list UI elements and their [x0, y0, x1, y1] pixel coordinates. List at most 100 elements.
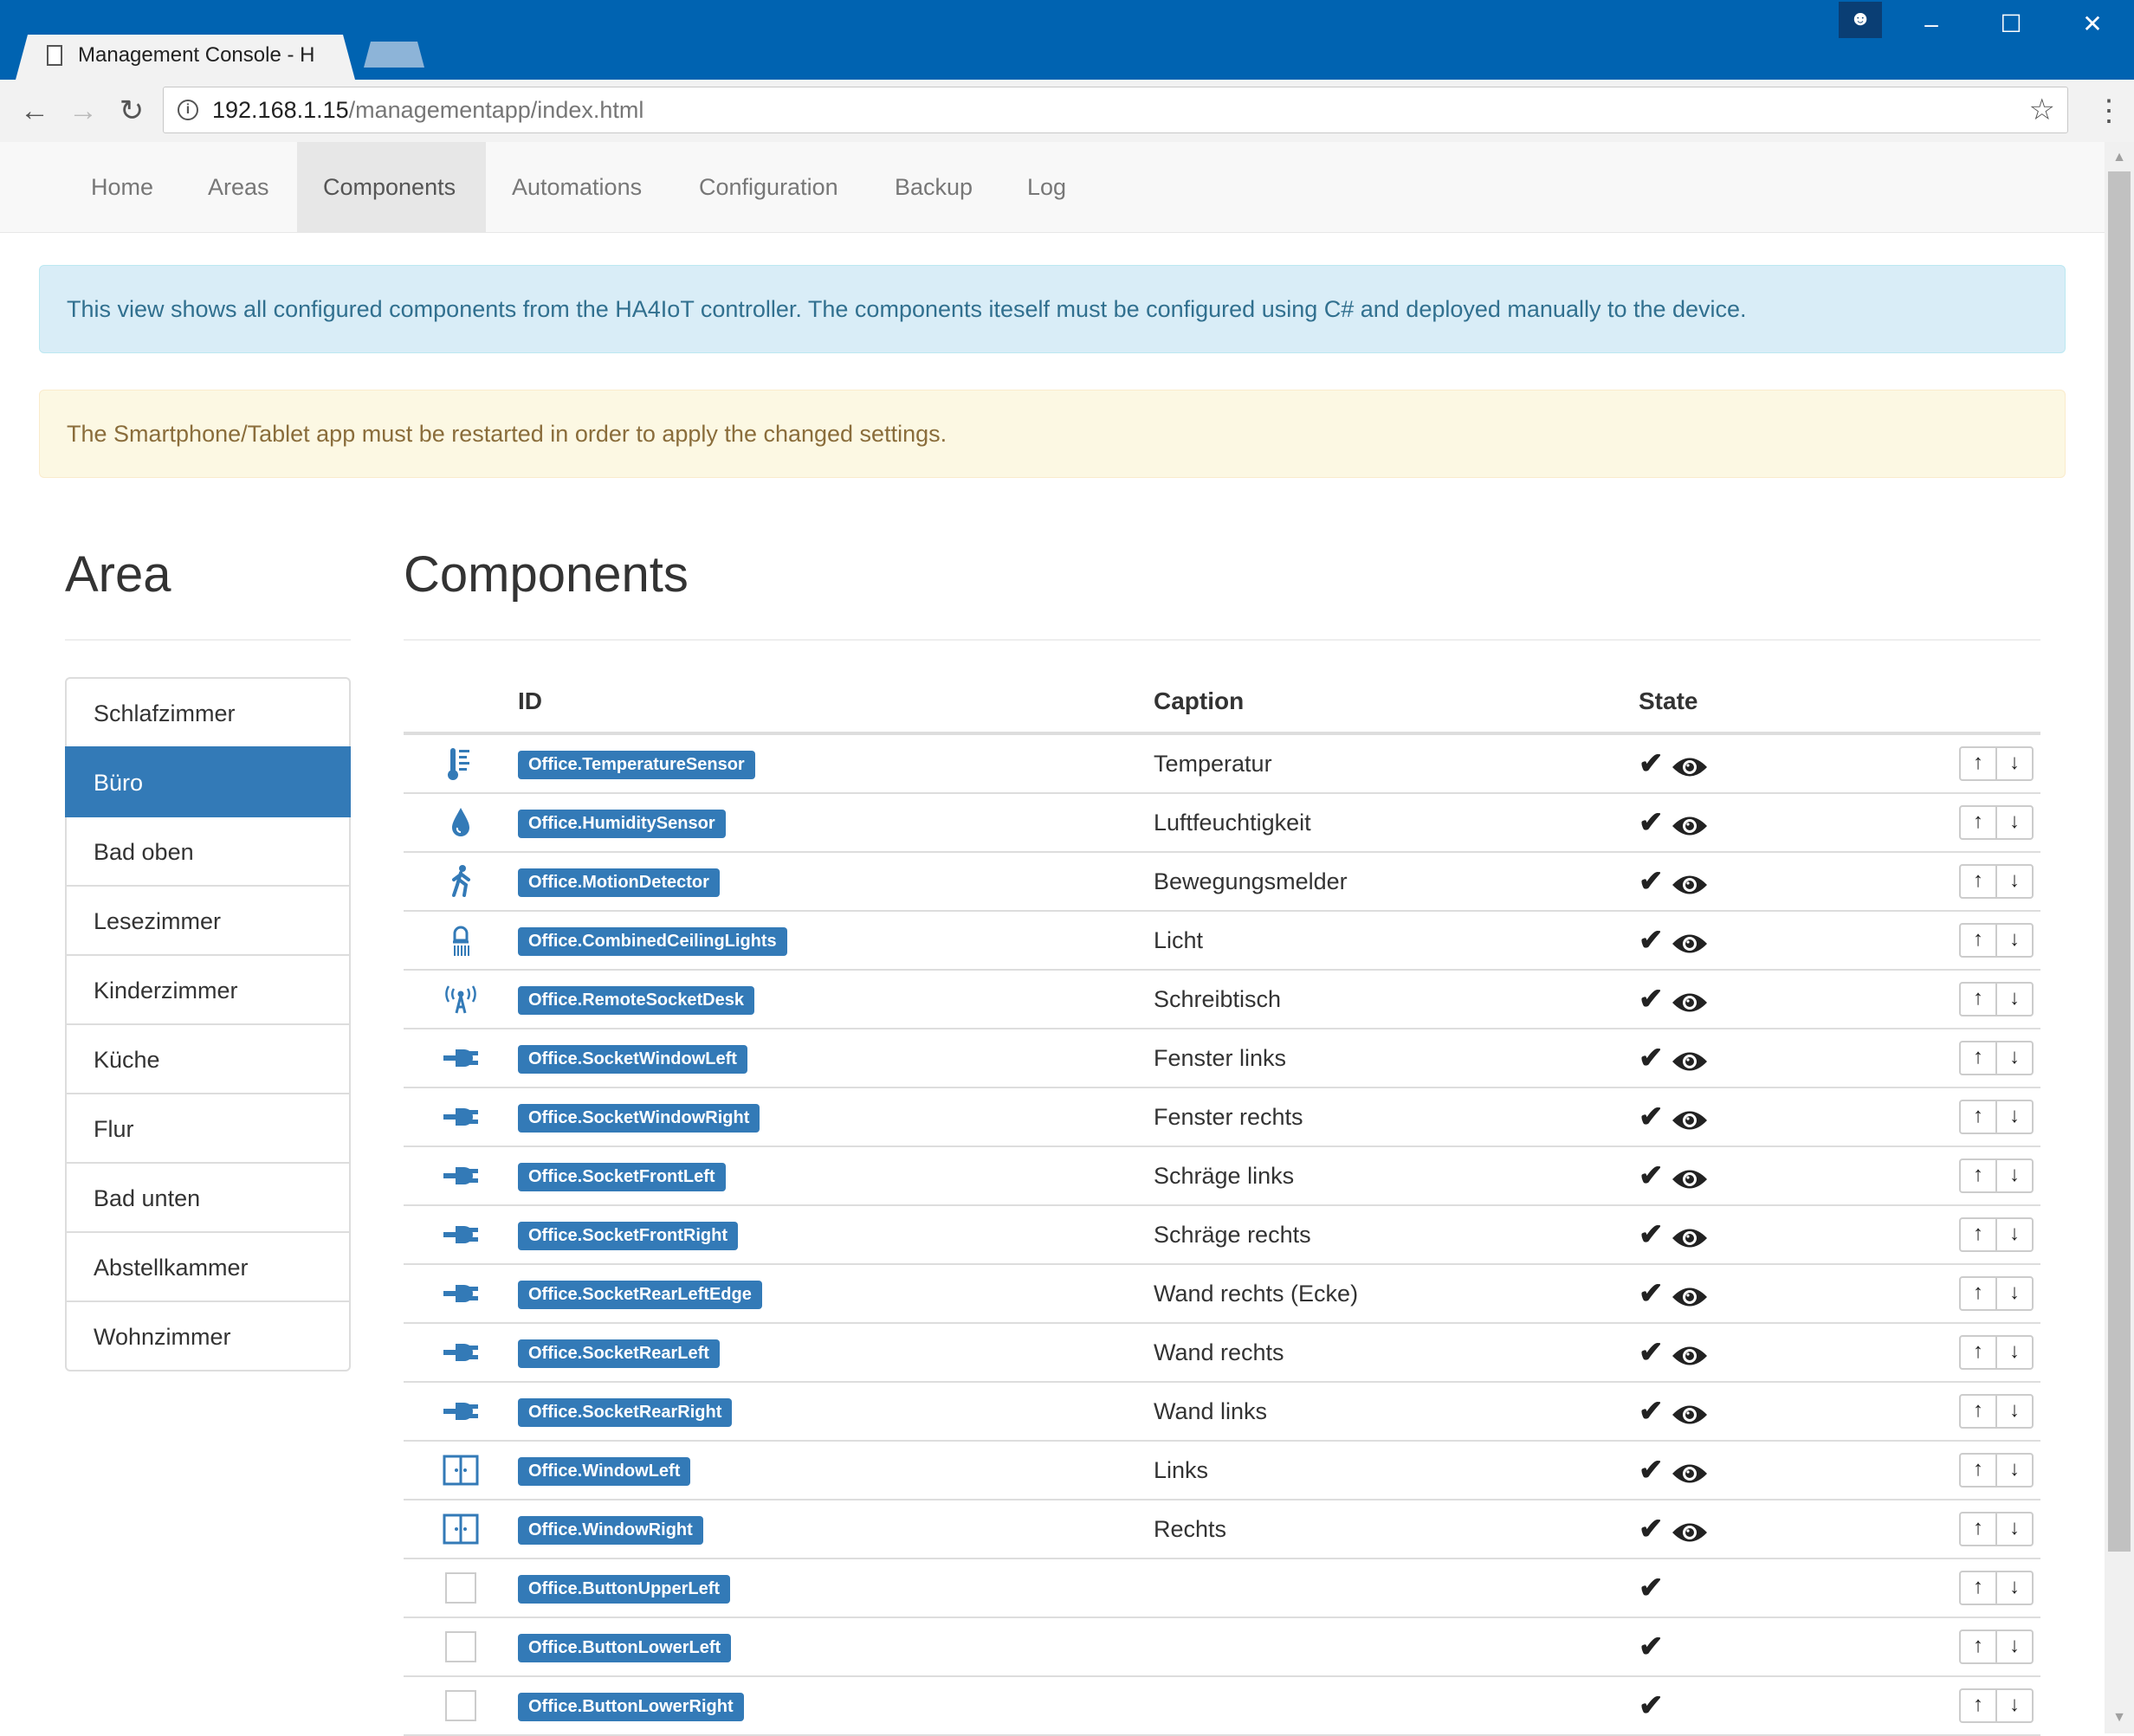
- scroll-down-arrow[interactable]: ▼: [2106, 1706, 2132, 1730]
- nav-log[interactable]: Log: [1001, 142, 1092, 232]
- new-tab-button[interactable]: [364, 42, 424, 68]
- move-down-button[interactable]: ↓: [1995, 1100, 2034, 1134]
- move-up-button[interactable]: ↑: [1959, 746, 1997, 781]
- move-down-button[interactable]: ↓: [1995, 1276, 2034, 1311]
- component-caption[interactable]: Schreibtisch: [1154, 970, 1639, 1029]
- move-up-button[interactable]: ↑: [1959, 982, 1997, 1016]
- component-caption[interactable]: Wand links: [1154, 1382, 1639, 1442]
- check-icon[interactable]: ✔: [1639, 1630, 1664, 1663]
- check-icon[interactable]: ✔: [1639, 1395, 1664, 1428]
- component-caption[interactable]: Wand rechts: [1154, 1323, 1639, 1383]
- area-item[interactable]: Kinderzimmer: [65, 954, 351, 1025]
- check-icon[interactable]: ✔: [1639, 1336, 1664, 1369]
- area-item[interactable]: Flur: [65, 1093, 351, 1164]
- move-down-button[interactable]: ↓: [1995, 1571, 2034, 1605]
- move-up-button[interactable]: ↑: [1959, 1100, 1997, 1134]
- component-caption[interactable]: [1154, 1617, 1639, 1677]
- component-id-label[interactable]: Office.SocketFrontLeft: [518, 1162, 726, 1191]
- move-up-button[interactable]: ↑: [1959, 1158, 1997, 1193]
- component-id-label[interactable]: Office.RemoteSocketDesk: [518, 985, 754, 1015]
- component-caption[interactable]: Rechts: [1154, 1500, 1639, 1559]
- component-caption[interactable]: Wand rechts (Ecke): [1154, 1264, 1639, 1324]
- move-down-button[interactable]: ↓: [1995, 805, 2034, 840]
- eye-icon[interactable]: [1671, 754, 1709, 780]
- component-caption[interactable]: Luftfeuchtigkeit: [1154, 793, 1639, 853]
- eye-icon[interactable]: [1671, 1520, 1709, 1546]
- component-id-label[interactable]: Office.SocketRearRight: [518, 1397, 733, 1427]
- component-id-label[interactable]: Office.ButtonLowerLeft: [518, 1633, 732, 1662]
- move-up-button[interactable]: ↑: [1959, 1041, 1997, 1075]
- url-field[interactable]: i 192.168.1.15/managementapp/index.html …: [163, 87, 2068, 133]
- area-item[interactable]: Bad oben: [65, 816, 351, 887]
- eye-icon[interactable]: [1671, 1284, 1709, 1310]
- check-icon[interactable]: ✔: [1639, 1513, 1664, 1546]
- component-caption[interactable]: Schräge links: [1154, 1146, 1639, 1206]
- area-item[interactable]: Bad unten: [65, 1162, 351, 1233]
- component-id-label[interactable]: Office.MotionDetector: [518, 868, 720, 897]
- component-id-label[interactable]: Office.HumiditySensor: [518, 809, 726, 838]
- area-item[interactable]: Wohnzimmer: [65, 1300, 351, 1371]
- nav-home[interactable]: Home: [65, 142, 179, 232]
- check-icon[interactable]: ✔: [1639, 1159, 1664, 1192]
- move-up-button[interactable]: ↑: [1959, 1688, 1997, 1723]
- check-icon[interactable]: ✔: [1639, 806, 1664, 839]
- move-up-button[interactable]: ↑: [1959, 1276, 1997, 1311]
- check-icon[interactable]: ✔: [1639, 1277, 1664, 1310]
- minimize-button[interactable]: –: [1905, 5, 1957, 43]
- browser-tab[interactable]: Management Console - H: [16, 35, 355, 80]
- move-down-button[interactable]: ↓: [1995, 982, 2034, 1016]
- component-caption[interactable]: [1154, 1559, 1639, 1618]
- eye-icon[interactable]: [1671, 990, 1709, 1016]
- eye-icon[interactable]: [1671, 1225, 1709, 1251]
- eye-icon[interactable]: [1671, 1107, 1709, 1133]
- nav-automations[interactable]: Automations: [486, 142, 668, 232]
- move-down-button[interactable]: ↓: [1995, 1041, 2034, 1075]
- component-caption[interactable]: Links: [1154, 1441, 1639, 1500]
- area-item[interactable]: Küche: [65, 1023, 351, 1094]
- area-item[interactable]: Lesezimmer: [65, 885, 351, 956]
- area-item[interactable]: Abstellkammer: [65, 1231, 351, 1302]
- move-down-button[interactable]: ↓: [1995, 1394, 2034, 1429]
- move-up-button[interactable]: ↑: [1959, 1512, 1997, 1546]
- component-id-label[interactable]: Office.SocketRearLeftEdge: [518, 1280, 762, 1309]
- component-id-label[interactable]: Office.WindowRight: [518, 1515, 703, 1545]
- eye-icon[interactable]: [1671, 1166, 1709, 1192]
- nav-areas[interactable]: Areas: [182, 142, 295, 232]
- move-up-button[interactable]: ↑: [1959, 923, 1997, 958]
- move-up-button[interactable]: ↑: [1959, 1394, 1997, 1429]
- move-up-button[interactable]: ↑: [1959, 1630, 1997, 1664]
- area-item[interactable]: Büro: [65, 746, 351, 817]
- forward-icon[interactable]: →: [62, 90, 104, 132]
- check-icon[interactable]: ✔: [1639, 1100, 1664, 1133]
- maximize-button[interactable]: ☐: [1985, 5, 2037, 43]
- bookmark-star-icon[interactable]: ☆: [2029, 93, 2055, 127]
- back-icon[interactable]: ←: [14, 90, 55, 132]
- component-id-label[interactable]: Office.SocketFrontRight: [518, 1221, 739, 1250]
- check-icon[interactable]: ✔: [1639, 1571, 1664, 1604]
- move-up-button[interactable]: ↑: [1959, 864, 1997, 899]
- nav-configuration[interactable]: Configuration: [673, 142, 864, 232]
- eye-icon[interactable]: [1671, 872, 1709, 898]
- eye-icon[interactable]: [1671, 1402, 1709, 1428]
- component-caption[interactable]: Licht: [1154, 911, 1639, 971]
- component-id-label[interactable]: Office.CombinedCeilingLights: [518, 926, 787, 956]
- check-icon[interactable]: ✔: [1639, 1689, 1664, 1722]
- component-id-label[interactable]: Office.ButtonUpperLeft: [518, 1574, 731, 1604]
- component-id-label[interactable]: Office.SocketWindowLeft: [518, 1044, 747, 1074]
- check-icon[interactable]: ✔: [1639, 924, 1664, 957]
- area-item[interactable]: Schlafzimmer: [65, 677, 351, 748]
- component-id-label[interactable]: Office.SocketWindowRight: [518, 1103, 760, 1133]
- info-icon[interactable]: i: [178, 100, 198, 120]
- move-up-button[interactable]: ↑: [1959, 1453, 1997, 1488]
- move-down-button[interactable]: ↓: [1995, 1630, 2034, 1664]
- eye-icon[interactable]: [1671, 931, 1709, 957]
- eye-icon[interactable]: [1671, 1049, 1709, 1075]
- check-icon[interactable]: ✔: [1639, 747, 1664, 780]
- component-id-label[interactable]: Office.SocketRearLeft: [518, 1339, 720, 1368]
- component-id-label[interactable]: Office.ButtonLowerRight: [518, 1692, 744, 1721]
- component-caption[interactable]: Temperatur: [1154, 733, 1639, 794]
- eye-icon[interactable]: [1671, 1461, 1709, 1487]
- nav-backup[interactable]: Backup: [869, 142, 999, 232]
- profile-icon[interactable]: ☻: [1839, 2, 1882, 38]
- move-down-button[interactable]: ↓: [1995, 1688, 2034, 1723]
